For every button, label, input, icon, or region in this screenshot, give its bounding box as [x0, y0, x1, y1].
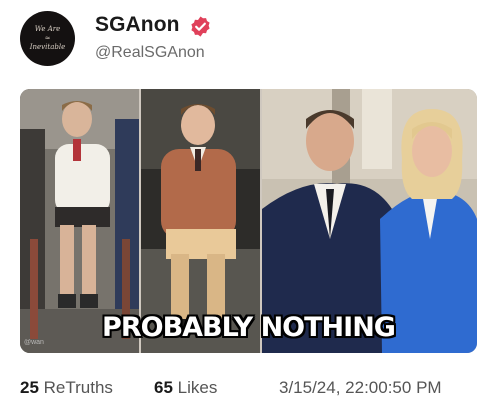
avatar-text: We Are ≈ Inevitable: [20, 11, 75, 66]
avatar[interactable]: We Are ≈ Inevitable: [20, 11, 75, 66]
retruths-label: ReTruths: [43, 378, 113, 397]
retruths-stat[interactable]: 25 ReTruths: [20, 378, 113, 398]
avatar-text-sep: ≈: [44, 34, 51, 42]
handle[interactable]: @RealSGAnon: [95, 44, 205, 62]
likes-label: Likes: [177, 378, 218, 397]
avatar-text-line-1: We Are: [34, 25, 61, 33]
media-image[interactable]: PROBABLY NOTHING @wan: [20, 89, 477, 353]
verified-badge-icon: [191, 16, 210, 37]
post-timestamp: 3/15/24, 22:00:50 PM: [279, 378, 442, 397]
meme-caption: PROBABLY NOTHING: [102, 312, 396, 343]
retruths-count: 25: [20, 378, 39, 397]
avatar-text-line-2: Inevitable: [29, 43, 66, 51]
image-watermark: @wan: [24, 339, 44, 346]
likes-count: 65: [154, 378, 173, 397]
display-name[interactable]: SGAnon: [95, 13, 180, 37]
likes-stat[interactable]: 65 Likes: [154, 378, 217, 398]
truth-post: We Are ≈ Inevitable SGAnon @RealSGAnon P…: [0, 0, 500, 409]
post-stats: 25 ReTruths 65 Likes 3/15/24, 22:00:50 P…: [20, 378, 480, 402]
